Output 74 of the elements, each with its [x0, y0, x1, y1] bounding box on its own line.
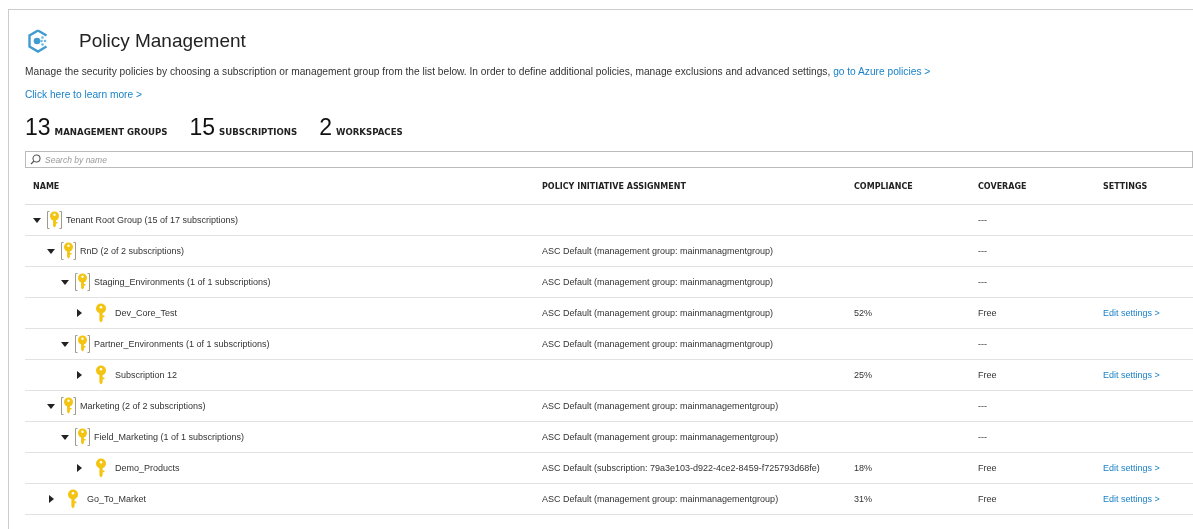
row-name[interactable]: Demo_Products — [115, 463, 180, 473]
edit-settings-link[interactable]: Edit settings > — [1103, 370, 1160, 380]
row-name[interactable]: Staging_Environments (1 of 1 subscriptions) — [94, 277, 271, 287]
count-label: MANAGEMENT GROUPS — [54, 127, 168, 137]
edit-settings-link[interactable]: Edit settings > — [1103, 463, 1160, 473]
row-name[interactable]: Go_To_Market — [87, 494, 147, 504]
compliance-cell: 25% — [854, 370, 872, 380]
assignment-cell: ASC Default (management group: mainmanagmentgroup) — [542, 246, 774, 256]
row-name[interactable]: RnD (2 of 2 subscriptions) — [80, 246, 185, 256]
key-icon — [95, 303, 107, 323]
key-icon — [95, 365, 107, 385]
learn-more-link[interactable]: Click here to learn more > — [25, 89, 142, 100]
expand-toggle[interactable] — [77, 464, 82, 472]
key-icon — [67, 489, 79, 509]
description-text: Manage the security policies by choosing a subscription or management group from the list below. In order to define additional policies, manage exclusions and advanced settings, go to Azure policies > — [25, 65, 932, 79]
coverage-cell: --- — [978, 246, 987, 256]
expand-toggle[interactable] — [47, 403, 55, 409]
coverage-cell: --- — [978, 339, 987, 349]
count-value: 15 — [189, 114, 216, 141]
coverage-cell: --- — [978, 432, 987, 442]
count-value: 2 — [319, 114, 332, 141]
column-header: POLICY INITIATIVE ASSIGNMENT — [541, 181, 687, 191]
assignment-cell: ASC Default (management group: mainmanagementgroup) — [542, 432, 779, 442]
row-name[interactable]: Marketing (2 of 2 subscriptions) — [80, 401, 206, 411]
expand-toggle[interactable] — [61, 279, 69, 285]
security-hexagon-icon — [27, 29, 49, 53]
compliance-cell: 31% — [854, 494, 872, 504]
expand-toggle[interactable] — [61, 341, 69, 347]
count-label: WORKSPACES — [335, 127, 403, 137]
compliance-cell: 18% — [854, 463, 872, 473]
expand-toggle[interactable] — [77, 309, 82, 317]
azure-policies-link[interactable]: go to Azure policies > — [833, 66, 931, 77]
assignment-cell: ASC Default (subscription: 79a3e103-d922-4ce2-8459-f725793d68fe) — [542, 463, 820, 473]
coverage-cell: Free — [978, 308, 997, 318]
assignment-cell: ASC Default (management group: mainmanagmentgroup) — [542, 277, 774, 287]
bracketed-key-icon — [47, 210, 62, 230]
row-name[interactable]: Subscription 12 — [115, 370, 178, 380]
bracketed-key-icon — [75, 272, 90, 292]
bracketed-key-icon — [61, 241, 76, 261]
bracketed-key-icon — [61, 396, 76, 416]
bracketed-key-icon — [75, 334, 90, 354]
column-header: COMPLIANCE — [853, 181, 914, 191]
expand-toggle[interactable] — [33, 217, 41, 223]
column-header: NAME — [32, 181, 61, 191]
assignment-cell: ASC Default (management group: mainmanagmentgroup) — [542, 308, 774, 318]
expand-toggle[interactable] — [77, 371, 82, 379]
column-header: COVERAGE — [977, 181, 1028, 191]
row-name[interactable]: Dev_Core_Test — [115, 308, 178, 318]
key-icon — [95, 458, 107, 478]
assignment-cell: ASC Default (management group: mainmanagementgroup) — [542, 494, 779, 504]
compliance-cell: 52% — [854, 308, 872, 318]
assignment-cell: ASC Default (management group: mainmanagementgroup) — [542, 401, 779, 411]
coverage-cell: Free — [978, 494, 997, 504]
edit-settings-link[interactable]: Edit settings > — [1103, 494, 1160, 504]
coverage-cell: --- — [978, 401, 987, 411]
row-name[interactable]: Field_Marketing (1 of 1 subscriptions) — [94, 432, 245, 442]
count-label: SUBSCRIPTIONS — [219, 127, 298, 137]
expand-toggle[interactable] — [49, 495, 54, 503]
expand-toggle[interactable] — [47, 248, 55, 254]
column-header: SETTINGS — [1102, 181, 1149, 191]
count-value: 13 — [25, 114, 51, 141]
bracketed-key-icon — [75, 427, 90, 447]
search-field[interactable]: Search by name — [25, 151, 1193, 168]
edit-settings-link[interactable]: Edit settings > — [1103, 308, 1160, 318]
coverage-cell: Free — [978, 463, 997, 473]
row-name[interactable]: Partner_Environments (1 of 1 subscriptions) — [94, 339, 270, 349]
coverage-cell: --- — [978, 215, 987, 225]
page-title: Policy Management — [79, 30, 246, 52]
assignment-cell: ASC Default (management group: mainmanagmentgroup) — [542, 339, 774, 349]
expand-toggle[interactable] — [61, 434, 69, 440]
coverage-cell: --- — [978, 277, 987, 287]
search-icon — [30, 154, 41, 165]
row-name[interactable]: Tenant Root Group (15 of 17 subscriptions) — [66, 215, 239, 225]
coverage-cell: Free — [978, 370, 997, 380]
